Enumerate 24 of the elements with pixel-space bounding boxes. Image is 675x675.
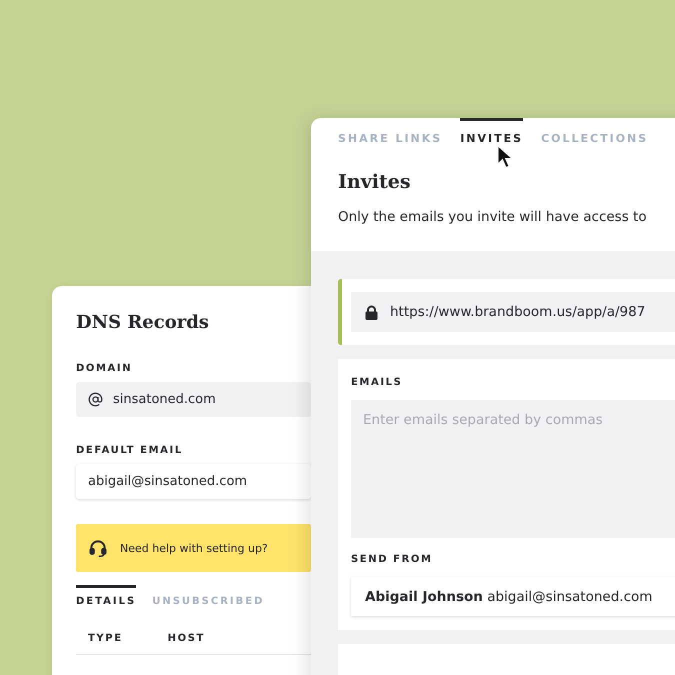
help-text: Need help with setting up? (120, 542, 268, 554)
at-icon (88, 392, 103, 407)
card-title: DNS Records (76, 312, 210, 333)
headset-icon (88, 538, 108, 558)
link-url: https://www.brandboom.us/app/a/987 (390, 304, 646, 320)
domain-field[interactable]: sinsatoned.com (76, 382, 311, 417)
domain-value: sinsatoned.com (113, 392, 216, 407)
link-field[interactable]: https://www.brandboom.us/app/a/987 (351, 292, 675, 332)
description: Only the emails you invite will have access to (338, 209, 648, 225)
sender-select[interactable]: Abigail Johnson abigail@sinsatoned.com (351, 577, 675, 616)
column-header: TYPE (88, 633, 123, 644)
column-header: HOST (168, 633, 205, 644)
tab[interactable]: INVITES (460, 118, 524, 145)
help-banner[interactable]: Need help with setting up? (76, 524, 311, 572)
field-label: EMAILS (351, 377, 404, 388)
field-label: DOMAIN (76, 363, 134, 374)
tab[interactable]: DETAILS (76, 585, 136, 607)
emails-field[interactable]: Enter emails separated by commas (351, 400, 675, 538)
email-field[interactable]: abigail@sinsatoned.com (76, 464, 311, 499)
section-title: Invites (338, 171, 412, 193)
field-label: DEFAULT EMAIL (76, 445, 184, 456)
cursor-icon (497, 145, 513, 169)
lock-icon (365, 304, 378, 320)
field-label: SEND FROM (351, 554, 434, 565)
